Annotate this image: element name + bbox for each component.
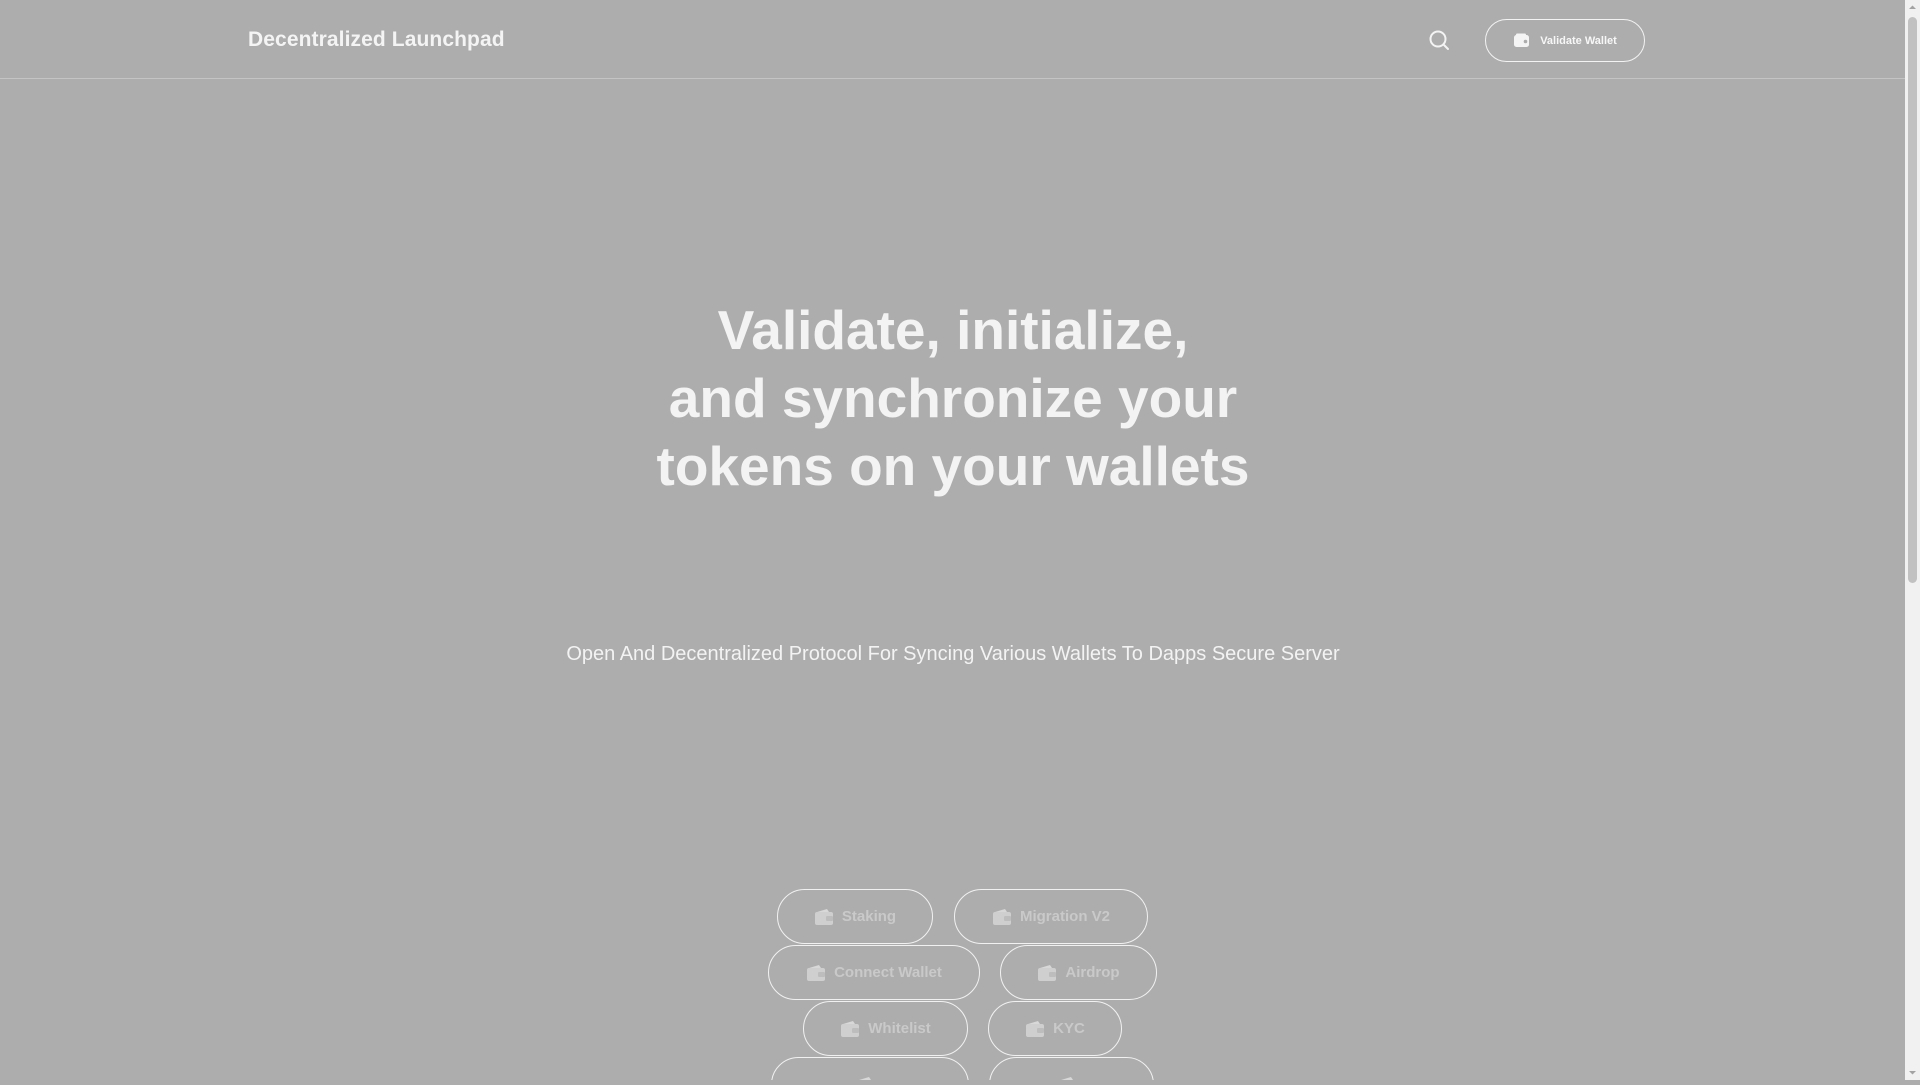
migration-v2-button[interactable]: Migration V2 (954, 889, 1148, 944)
wallet-icon (1059, 1076, 1076, 1080)
pill-label: Connect Wallet (834, 964, 942, 981)
scrollbar-thumb[interactable] (1908, 17, 1917, 583)
pill-label: Whitelist (868, 1020, 931, 1037)
kyc-button[interactable]: KYC (988, 1001, 1122, 1056)
pill-label: KYC (1053, 1020, 1085, 1037)
vertical-scrollbar[interactable] (1905, 0, 1920, 1080)
search-icon (1429, 30, 1449, 50)
staking-button[interactable]: Staking (777, 889, 933, 944)
pill-label: Airdrop (1065, 964, 1120, 981)
wallet-icon (1038, 964, 1057, 981)
wallet-icon (841, 1020, 860, 1037)
wallet-icon (992, 908, 1011, 925)
search-button[interactable] (1426, 27, 1452, 53)
hero-title-line: tokens on your wallets (656, 435, 1250, 497)
wallet-icon (814, 908, 833, 925)
scroll-up-arrow[interactable] (1905, 0, 1920, 15)
scroll-down-arrow[interactable] (1905, 1065, 1920, 1080)
hero-subtitle: Open And Decentralized Protocol For Sync… (566, 643, 1340, 665)
hero-title-line: and synchronize your (668, 367, 1238, 429)
airdrop-button[interactable]: Airdrop (1000, 945, 1157, 1000)
pill-label: Staking (841, 908, 897, 925)
wallet-icon (807, 964, 826, 981)
wallet-icon (857, 1076, 875, 1080)
validate-wallet-button[interactable]: Validate Wallet (1485, 19, 1645, 62)
wallet-icon (1514, 33, 1530, 47)
brand-title[interactable]: Decentralized Launchpad (248, 28, 505, 52)
hero-title: Validate, initialize, and synchronize yo… (553, 296, 1353, 500)
action-button[interactable] (989, 1057, 1154, 1080)
page: Decentralized Launchpad Validate Wallet … (0, 0, 1905, 1080)
top-navbar: Decentralized Launchpad Validate Wallet (0, 0, 1905, 79)
validate-wallet-label: Validate Wallet (1540, 34, 1617, 47)
connect-wallet-button[interactable]: Connect Wallet (768, 945, 980, 1000)
whitelist-button[interactable]: Whitelist (803, 1001, 968, 1056)
pill-label: Migration V2 (1019, 908, 1110, 925)
action-button[interactable] (771, 1057, 969, 1080)
wallet-icon (1026, 1020, 1045, 1037)
hero-title-line: Validate, initialize, (717, 299, 1189, 361)
